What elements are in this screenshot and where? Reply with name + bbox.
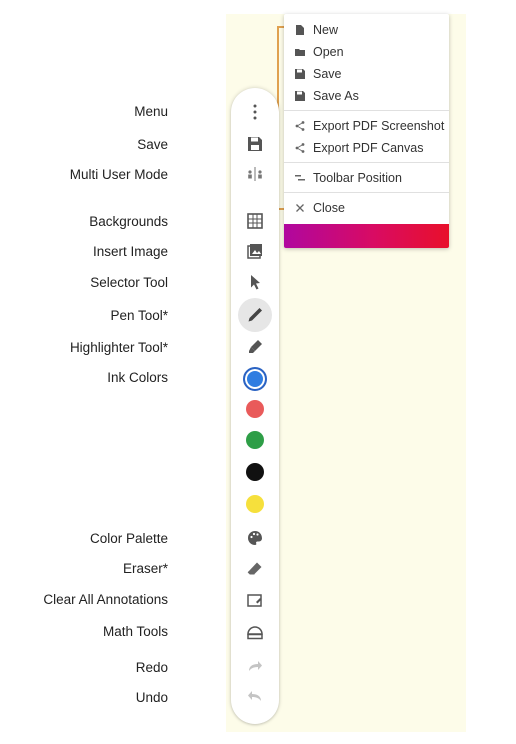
label-multi-user: Multi User Mode [69, 167, 168, 182]
menu-item-export-canvas[interactable]: Export PDF Canvas [294, 139, 423, 157]
label-backgrounds: Backgrounds [89, 214, 168, 229]
menu-divider [284, 110, 449, 111]
menu-item-toolbar-position[interactable]: Toolbar Position [294, 169, 402, 187]
menu-item-save-label: Save [313, 67, 342, 81]
menu-item-close[interactable]: Close [294, 199, 345, 217]
toolbar-position-icon [294, 172, 306, 184]
main-menu-dropdown: New Open Save Save As Export PDF Screens… [284, 14, 449, 248]
redo-icon [249, 661, 262, 671]
palette-icon [248, 531, 262, 545]
cursor-icon [251, 275, 260, 290]
ink-color-black[interactable] [246, 463, 264, 481]
label-menu: Menu [134, 104, 168, 119]
menu-item-open-label: Open [313, 45, 344, 59]
backgrounds-button[interactable] [243, 209, 267, 233]
menu-item-export-screenshot-label: Export PDF Screenshot [313, 119, 445, 133]
pen-tool-button[interactable] [243, 303, 267, 327]
highlighter-icon [249, 340, 262, 353]
menu-item-open[interactable]: Open [294, 43, 344, 61]
menu-divider [284, 162, 449, 163]
share-icon [294, 142, 306, 154]
split-users-icon [248, 167, 262, 181]
undo-button[interactable] [243, 684, 267, 708]
ink-color-red[interactable] [246, 400, 264, 418]
eraser-button[interactable] [243, 557, 267, 581]
label-save: Save [137, 137, 168, 152]
menu-item-save[interactable]: Save [294, 65, 342, 83]
label-insert-image: Insert Image [92, 244, 168, 259]
multi-user-button[interactable] [243, 162, 267, 186]
ink-color-blue[interactable] [243, 367, 267, 391]
floppy-icon [294, 90, 306, 102]
menu-item-new-label: New [313, 23, 339, 37]
floppy-icon [294, 68, 306, 80]
math-tools-button[interactable] [243, 620, 267, 644]
ink-color-yellow[interactable] [246, 495, 264, 513]
label-undo: Undo [135, 690, 168, 705]
menu-item-toolbar-position-label: Toolbar Position [313, 171, 402, 185]
pen-icon [248, 308, 262, 322]
close-icon [294, 202, 306, 214]
clear-all-button[interactable] [243, 588, 267, 612]
selector-tool-button[interactable] [243, 270, 267, 294]
eraser-icon [247, 562, 262, 575]
color-palette-button[interactable] [243, 526, 267, 550]
undo-icon [248, 691, 261, 701]
ruler-icon [247, 626, 263, 640]
menu-divider [284, 192, 449, 193]
floppy-icon [248, 137, 262, 151]
menu-item-close-label: Close [313, 201, 345, 215]
file-icon [294, 24, 306, 36]
save-button[interactable] [243, 132, 267, 156]
grid-icon [247, 213, 263, 229]
label-color-palette: Color Palette [89, 531, 168, 546]
label-selector: Selector Tool [90, 275, 168, 290]
ink-color-green[interactable] [246, 431, 264, 449]
redo-button[interactable] [243, 654, 267, 678]
vertical-toolbar [231, 88, 279, 724]
highlighter-tool-button[interactable] [243, 335, 267, 359]
clear-icon [247, 594, 262, 607]
menu-item-save-as-label: Save As [313, 89, 359, 103]
folder-icon [294, 46, 306, 58]
image-icon [247, 244, 262, 259]
label-highlighter: Highlighter Tool* [69, 340, 168, 355]
insert-image-button[interactable] [243, 239, 267, 263]
menu-item-save-as[interactable]: Save As [294, 87, 359, 105]
label-ink-colors: Ink Colors [107, 370, 168, 385]
label-math-tools: Math Tools [102, 624, 168, 639]
label-redo: Redo [135, 660, 168, 675]
menu-brand-bar [284, 224, 449, 248]
share-icon [294, 120, 306, 132]
menu-button[interactable] [243, 100, 267, 124]
label-eraser: Eraser* [122, 561, 168, 576]
kebab-icon [253, 104, 257, 120]
menu-item-new[interactable]: New [294, 21, 338, 39]
menu-item-export-canvas-label: Export PDF Canvas [313, 141, 424, 155]
label-clear-all: Clear All Annotations [43, 592, 168, 607]
menu-item-export-screenshot[interactable]: Export PDF Screenshot [294, 117, 444, 135]
label-pen: Pen Tool* [110, 308, 168, 323]
